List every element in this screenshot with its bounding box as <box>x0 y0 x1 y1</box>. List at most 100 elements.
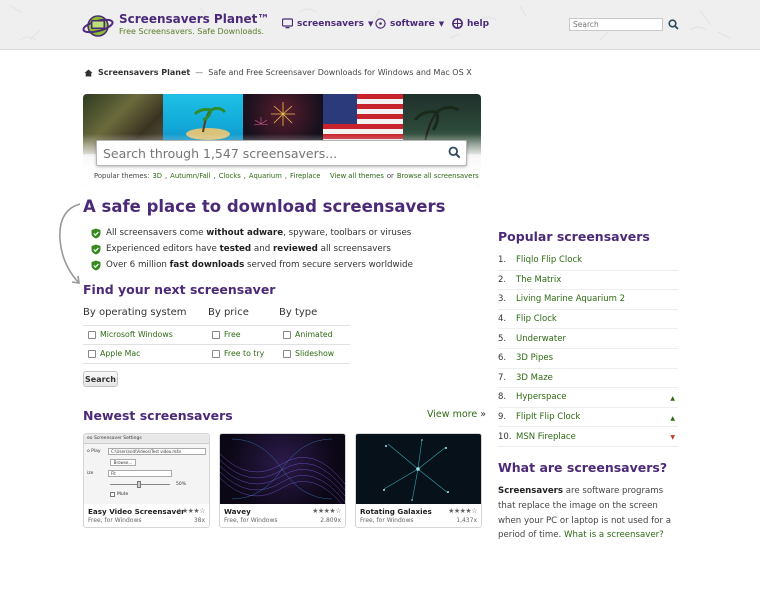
filter-slideshow[interactable]: Slideshow <box>283 349 334 358</box>
nav-help-label: help <box>467 18 490 29</box>
theme-link-fireplace[interactable]: Fireplace <box>290 172 320 180</box>
checkbox[interactable] <box>212 330 220 339</box>
popular-link[interactable]: FlipIt Flip Clock <box>516 412 580 422</box>
screensaver-card[interactable]: Rotating Galaxies ★★★★☆ Free, for Window… <box>355 433 482 528</box>
filter-free-to-try-label[interactable]: Free to try <box>224 349 264 358</box>
finder-title: Find your next screensaver <box>83 282 276 297</box>
card-title[interactable]: Easy Video Screensaver <box>88 507 185 516</box>
popular-link[interactable]: Living Marine Aquarium 2 <box>516 294 625 304</box>
theme-link-autumn[interactable]: Autumn/Fall <box>170 172 210 180</box>
popular-themes: Popular themes: 3D, Autumn/Fall, Clocks,… <box>94 172 321 180</box>
breadcrumb: Screensavers Planet — Safe and Free Scre… <box>84 68 472 77</box>
list-item: 8. Hyperspace ▲ <box>498 388 678 408</box>
checkbox[interactable] <box>88 349 96 358</box>
screensaver-card[interactable]: eo Screensaver Settings o Play C:\Users\… <box>83 433 210 528</box>
filter-free-to-try[interactable]: Free to try <box>212 349 264 358</box>
list-item: 10. MSN Fireplace ▼ <box>498 427 678 447</box>
divider <box>83 344 350 345</box>
filter-free[interactable]: Free <box>212 330 241 339</box>
nav-screensavers-label: screensavers <box>297 18 364 29</box>
what-is-screensaver-link[interactable]: What is a screensaver? <box>564 530 664 540</box>
card-title[interactable]: Rotating Galaxies <box>360 507 432 516</box>
nav-help[interactable]: help <box>452 18 489 29</box>
checkbox[interactable] <box>212 349 220 358</box>
view-more-link[interactable]: View more » <box>427 409 486 420</box>
star-rating: ★★★★☆ <box>448 507 477 515</box>
download-count: 1,437x <box>456 517 477 524</box>
popular-link[interactable]: The Matrix <box>516 275 561 285</box>
list-item: 1. Fliqlo Flip Clock <box>498 251 678 271</box>
list-item: 3. Living Marine Aquarium 2 <box>498 290 678 310</box>
theme-link-3d[interactable]: 3D <box>152 172 162 180</box>
popular-link[interactable]: Fliqlo Flip Clock <box>516 255 582 265</box>
screensaver-card[interactable]: Wavey ★★★★☆ Free, for Windows 2,809x <box>219 433 346 528</box>
trend-up-icon: ▲ <box>670 414 675 422</box>
checkbox[interactable] <box>88 330 96 339</box>
list-item: 5. Underwater <box>498 329 678 349</box>
theme-link-clocks[interactable]: Clocks <box>219 172 241 180</box>
checkbox[interactable] <box>283 349 291 358</box>
card-title[interactable]: Wavey <box>224 507 251 516</box>
filter-heading-os: By operating system <box>83 307 187 318</box>
filter-windows[interactable]: Microsoft Windows <box>88 330 173 339</box>
view-all-themes-link[interactable]: View all themes <box>330 172 384 180</box>
cd-icon <box>375 18 386 29</box>
list-item: 7. 3D Maze <box>498 369 678 389</box>
shield-check-icon <box>91 228 101 238</box>
nav-screensavers[interactable]: screensavers ▼ <box>282 18 373 29</box>
planet-logo-icon[interactable] <box>82 10 114 40</box>
search-icon[interactable] <box>448 146 461 159</box>
popular-link[interactable]: MSN Fireplace <box>516 432 576 442</box>
intro-bullets: All screensavers come without adware, sp… <box>91 225 413 273</box>
star-rating: ★★★★☆ <box>312 507 341 515</box>
download-count: 2,809x <box>320 517 341 524</box>
settings-dialog-thumbnail: eo Screensaver Settings o Play C:\Users\… <box>84 434 209 504</box>
finder-search-button[interactable]: Search <box>83 371 118 387</box>
hero-banner: Popular themes: 3D, Autumn/Fall, Clocks,… <box>83 94 481 186</box>
popular-title: Popular screensavers <box>498 229 650 244</box>
brand-name[interactable]: Screensavers Planet™ <box>119 12 269 26</box>
popular-link[interactable]: 3D Pipes <box>516 353 553 363</box>
theme-link-aquarium[interactable]: Aquarium <box>249 172 282 180</box>
what-title: What are screensavers? <box>498 460 668 475</box>
or-text: or <box>386 172 394 180</box>
chevron-down-icon: ▼ <box>438 19 445 28</box>
list-item: 2. The Matrix <box>498 271 678 291</box>
site-header: Screensavers Planet™ Free Screensavers. … <box>0 0 760 50</box>
popular-link[interactable]: Hyperspace <box>516 392 566 402</box>
galaxies-thumbnail <box>383 438 449 502</box>
intro-headline: A safe place to download screensavers <box>83 197 446 216</box>
popular-link[interactable]: Flip Clock <box>516 314 557 324</box>
filter-mac[interactable]: Apple Mac <box>88 349 140 358</box>
monitor-icon <box>282 18 293 29</box>
search-icon[interactable] <box>668 19 679 30</box>
wavey-thumbnail <box>220 438 345 504</box>
home-icon[interactable] <box>84 69 93 77</box>
filter-slideshow-label[interactable]: Slideshow <box>295 349 334 358</box>
brand-tagline: Free Screensavers. Safe Downloads. <box>119 27 265 36</box>
breadcrumb-home-link[interactable]: Screensavers Planet <box>98 68 190 77</box>
filter-animated[interactable]: Animated <box>283 330 333 339</box>
bullet-item: Over 6 million fast downloads served fro… <box>91 257 413 273</box>
card-subtitle: Free, for Windows <box>224 517 278 524</box>
nav-software[interactable]: software ▼ <box>375 18 444 29</box>
card-subtitle: Free, for Windows <box>88 517 142 524</box>
card-thumbnail <box>220 434 345 504</box>
filter-free-label[interactable]: Free <box>224 330 241 339</box>
filter-windows-label[interactable]: Microsoft Windows <box>100 330 173 339</box>
divider <box>83 325 350 326</box>
checkbox[interactable] <box>283 330 291 339</box>
hero-search-input[interactable] <box>96 140 467 166</box>
popular-link[interactable]: Underwater <box>516 334 566 344</box>
divider <box>83 363 350 364</box>
filter-animated-label[interactable]: Animated <box>295 330 333 339</box>
popular-link[interactable]: 3D Maze <box>516 373 553 383</box>
star-rating: ★★★★☆ <box>176 507 205 515</box>
trend-up-icon: ▲ <box>670 395 675 403</box>
browse-links: View all themes or Browse all screensave… <box>330 172 479 180</box>
breadcrumb-separator: — <box>195 68 204 77</box>
browse-all-link[interactable]: Browse all screensavers <box>397 172 479 180</box>
nav-software-label: software <box>390 18 435 29</box>
header-search-input[interactable] <box>569 18 663 31</box>
filter-mac-label[interactable]: Apple Mac <box>100 349 140 358</box>
